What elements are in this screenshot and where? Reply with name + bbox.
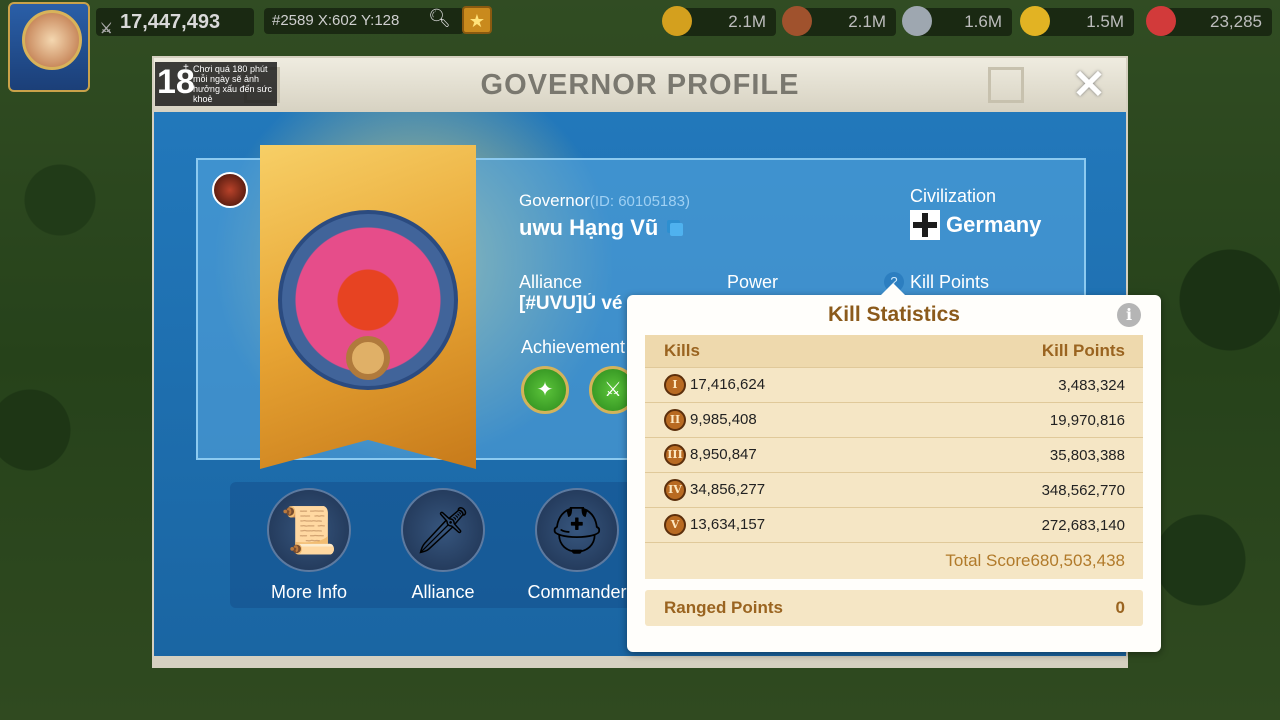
sword-icon: 🗡	[413, 504, 473, 556]
tier-4-icon: IV	[664, 479, 686, 501]
governor-name: uwu Hạng Vũ	[519, 215, 659, 240]
civilization-label: Civilization	[910, 186, 997, 206]
ranged-points-value: 0	[1115, 598, 1125, 617]
wood-icon	[782, 6, 812, 36]
governor-id: (ID: 60105183)	[589, 193, 690, 210]
kills-value: 8,950,847	[690, 446, 757, 463]
resource-gold-value: 1.5M	[1086, 12, 1124, 31]
info-icon[interactable]: i	[1117, 303, 1141, 327]
commander-button[interactable]: ⛑ Commander	[517, 488, 637, 608]
alliance-value[interactable]: [#UVU]Ủ vé	[519, 293, 627, 315]
ranged-points-row: Ranged Points 0	[645, 590, 1143, 626]
power-label: Power	[727, 272, 779, 292]
germany-cross-icon	[910, 210, 940, 240]
table-row: II 9,985,408 19,970,816	[645, 402, 1143, 437]
more-info-button[interactable]: 📜 More Info	[249, 488, 369, 608]
kills-value: 9,985,408	[690, 411, 757, 428]
resource-gems-value: 23,285	[1210, 12, 1262, 31]
age-rating-plus: +	[183, 62, 189, 73]
total-score-label: Total Score	[945, 551, 1031, 570]
ranged-points-label: Ranged Points	[664, 598, 784, 617]
points-value: 3,483,324	[1058, 377, 1125, 394]
player-avatar-button[interactable]	[8, 2, 90, 92]
tier-1-icon: I	[664, 374, 686, 396]
resource-food-value: 2.1M	[728, 12, 766, 31]
helmet-icon: ⛑	[547, 504, 607, 556]
governor-portrait[interactable]	[278, 210, 458, 390]
modal-footer	[154, 656, 1126, 666]
table-header: Kills Kill Points	[645, 335, 1143, 367]
civilization-value: Germany	[946, 212, 1042, 237]
points-value: 348,562,770	[1041, 482, 1125, 499]
tier-5-icon: V	[664, 514, 686, 536]
modal-header: GOVERNOR PROFILE ✕	[154, 58, 1126, 114]
resource-food[interactable]: 2.1M	[662, 6, 776, 36]
governor-label: Governor	[519, 191, 590, 210]
tier-3-icon: III	[664, 444, 686, 466]
alliance-button-label: Alliance	[411, 582, 475, 602]
commander-button-label: Commander	[527, 582, 627, 602]
achievement-badge-1[interactable]: ✦	[521, 366, 569, 414]
resource-stone[interactable]: 1.6M	[902, 6, 1012, 36]
stone-icon	[902, 6, 932, 36]
small-avatar-button[interactable]	[212, 172, 248, 208]
resource-stone-value: 1.6M	[964, 12, 1002, 31]
coordinates-text: #2589 X:602 Y:128	[272, 12, 400, 29]
power-icon: ⚔	[100, 20, 113, 36]
scroll-icon: 📜	[280, 504, 338, 556]
gem-icon	[1146, 6, 1176, 36]
kills-value: 13,634,157	[690, 516, 766, 533]
food-icon	[662, 6, 692, 36]
total-score-value: 680,503,438	[1030, 551, 1125, 570]
bookmark-star-button[interactable]: ★	[462, 6, 492, 34]
avatar	[22, 10, 82, 70]
kill-statistics-table: Kills Kill Points I 17,416,624 3,483,324…	[645, 335, 1143, 579]
copy-icon[interactable]	[670, 222, 684, 236]
governor-label-row: Governor(ID: 60105183)	[519, 191, 690, 211]
top-hud: ⚔ 17,447,493 #2589 X:602 Y:128 🔍︎ ★ 2.1M…	[0, 0, 1280, 92]
tier-2-icon: II	[664, 409, 686, 431]
modal-title: GOVERNOR PROFILE	[480, 69, 800, 101]
kills-value: 17,416,624	[690, 376, 766, 393]
kill-statistics-title: Kill Statistics	[828, 303, 960, 326]
resource-wood[interactable]: 2.1M	[782, 6, 896, 36]
search-icon[interactable]: 🔍︎	[428, 8, 452, 32]
kills-value: 34,856,277	[690, 481, 766, 498]
resource-gold[interactable]: 1.5M	[1020, 6, 1134, 36]
kill-points-column-header: Kill Points	[1041, 341, 1125, 360]
close-button[interactable]: ✕	[1070, 65, 1108, 105]
points-value: 35,803,388	[1049, 447, 1125, 464]
alliance-label: Alliance	[519, 272, 583, 292]
achievement-label: Achievement	[521, 337, 626, 357]
kill-points-label: Kill Points	[910, 272, 990, 292]
governor-name-row: uwu Hạng Vũ	[519, 215, 684, 241]
resource-gems[interactable]: 23,285	[1146, 6, 1272, 36]
kill-statistics-popup: Kill Statistics i Kills Kill Points I 17…	[627, 283, 1161, 652]
total-score: Total Score680,503,438	[945, 551, 1125, 571]
points-value: 19,970,816	[1049, 412, 1125, 429]
kills-column-header: Kills	[664, 341, 700, 360]
age-rating-text: Chơi quá 180 phút mỗi ngày sẽ ảnh hưởng …	[193, 64, 272, 104]
table-row: I 17,416,624 3,483,324	[645, 367, 1143, 402]
gold-icon	[1020, 6, 1050, 36]
age-rating-notice: 18 + Chơi quá 180 phút mỗi ngày sẽ ảnh h…	[155, 62, 277, 106]
ship-wheel-emblem	[346, 336, 390, 380]
alliance-button[interactable]: 🗡 Alliance	[383, 488, 503, 608]
points-value: 272,683,140	[1041, 517, 1125, 534]
table-row: V 13,634,157 272,683,140	[645, 507, 1143, 542]
age-rating: 18	[157, 63, 195, 101]
more-info-label: More Info	[270, 582, 348, 602]
table-row: III 8,950,847 35,803,388	[645, 437, 1143, 472]
resource-wood-value: 2.1M	[848, 12, 886, 31]
power-value: 17,447,493	[120, 11, 221, 33]
power-display[interactable]: ⚔ 17,447,493	[96, 8, 254, 36]
table-row: IV 34,856,277 348,562,770	[645, 472, 1143, 507]
